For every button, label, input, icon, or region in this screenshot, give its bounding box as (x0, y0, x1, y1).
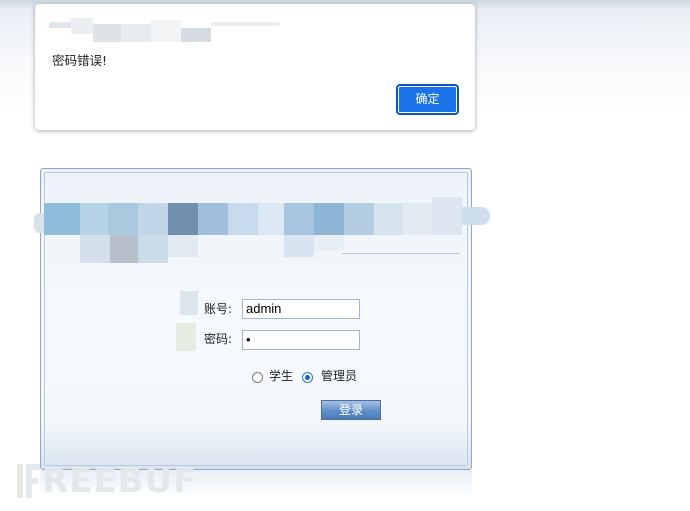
role-admin-radio[interactable] (302, 372, 313, 383)
alert-dialog: 密码错误! 确定 (35, 4, 475, 130)
watermark-text: REEBUF (42, 461, 198, 501)
alert-message: 密码错误! (52, 53, 108, 68)
login-button[interactable]: 登录 (321, 400, 381, 420)
ok-button[interactable]: 确定 (396, 84, 459, 115)
banner-divider (342, 253, 460, 254)
account-input[interactable]: admin (242, 299, 360, 319)
system-banner-redacted (34, 197, 494, 265)
role-admin-label: 管理员 (321, 369, 358, 383)
role-student-radio[interactable] (252, 372, 263, 383)
dialog-origin-redacted (49, 16, 279, 50)
account-label: 账号: (204, 302, 233, 316)
side-graphic-redacted (180, 291, 198, 315)
password-input[interactable]: • (242, 330, 360, 350)
role-student-label: 学生 (269, 369, 294, 383)
side-graphic-redacted (176, 323, 196, 351)
password-label: 密码: (204, 332, 233, 346)
